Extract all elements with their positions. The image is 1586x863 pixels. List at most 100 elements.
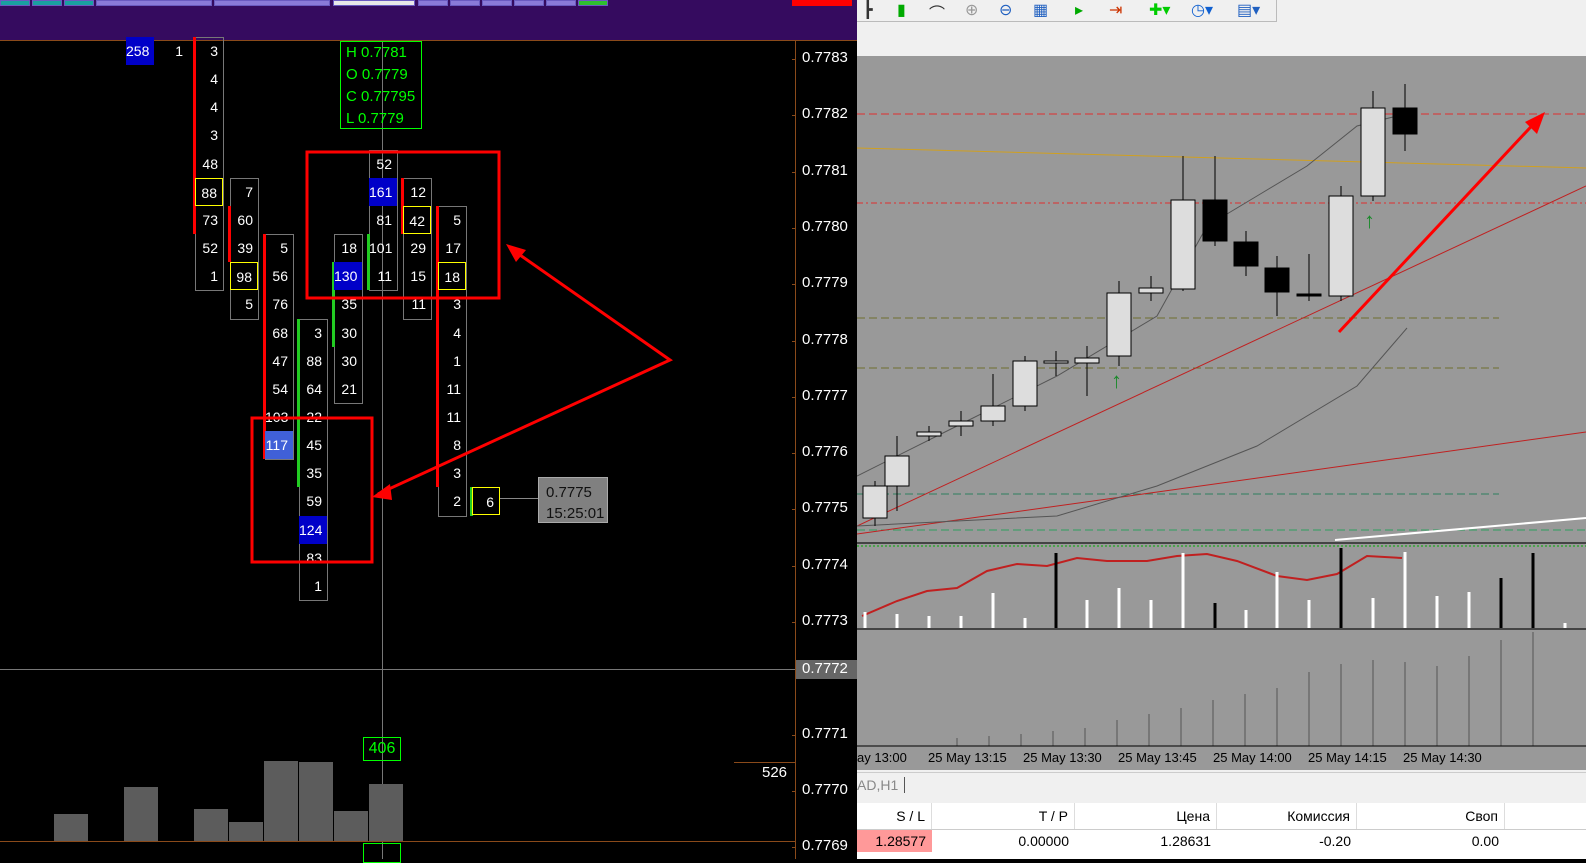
price-axis: 0.7772 0.7783 0.7782 0.7781 0.7780 0.7779 0.7… [792, 41, 858, 859]
candle-body [1074, 357, 1100, 364]
buy-arrow-icon: ↑ [1111, 368, 1122, 393]
footprint-chart[interactable]: 526 H 0.7781 O 0.7779 C 0.77795 L 0.7779… [0, 0, 858, 863]
autoscroll-icon[interactable]: ▸ [1075, 0, 1083, 20]
price-tick [792, 790, 796, 792]
pane-separator [857, 542, 1586, 544]
time-label: 25 May 14:30 [1403, 750, 1482, 765]
price-chart[interactable]: ↑ ↑ ay 13:00 25 May 13:15 25 May 13:30 25 Ma… [856, 56, 1586, 770]
price-label: 0.7771 [802, 724, 848, 742]
price-tick [792, 59, 796, 60]
table-cell: 1.28577 [857, 830, 932, 852]
candle-body [1202, 199, 1228, 242]
candlestick-icon[interactable]: ▮ [897, 0, 906, 20]
timeframe-icon[interactable]: ◷▾ [1191, 0, 1213, 20]
price-tick [792, 227, 796, 229]
table-cell: 0.00000 [1018, 833, 1069, 849]
candle-body [1296, 293, 1322, 297]
price-label: 0.7779 [802, 274, 848, 292]
candle-body [1106, 292, 1132, 357]
price-label: 0.7769 [802, 837, 848, 855]
time-label: 25 May 13:30 [1023, 750, 1102, 765]
price-tick [792, 734, 796, 736]
orange-ma [856, 147, 1586, 169]
candle-body [862, 485, 888, 519]
buy-arrow-icon: ↑ [1364, 208, 1375, 233]
price-label: 0.7778 [802, 330, 848, 348]
candle-body [1043, 360, 1069, 364]
header-divider [857, 829, 1586, 830]
volume-pane [956, 632, 1534, 746]
candle-body [1264, 267, 1290, 293]
table-cell: -0.20 [1319, 833, 1351, 849]
bar-chart-icon[interactable]: ┣ [863, 0, 873, 20]
price-tick [792, 509, 796, 511]
tile-windows-icon[interactable]: ▦ [1033, 0, 1048, 20]
column-header[interactable]: S / L [857, 803, 932, 829]
candle-body [916, 431, 942, 437]
price-tick [792, 284, 796, 286]
candle-body [980, 405, 1006, 422]
candle-body [1170, 199, 1196, 290]
trendline [856, 431, 1586, 535]
arrowhead-icon [372, 484, 392, 500]
price-tick [792, 622, 796, 623]
time-label: 25 May 13:45 [1118, 750, 1197, 765]
candle-body [1392, 107, 1418, 135]
chart-toolbar: ┣ ▮ ⌒ ⊕ ⊖ ▦ ▸ ⇥ ✚▾ ◷▾ ▤▾ [857, 0, 1277, 24]
price-label: 0.7777 [802, 386, 848, 404]
candle-body [1233, 241, 1259, 267]
candle-body [948, 420, 974, 427]
column-header[interactable]: Комиссия [1217, 803, 1357, 829]
time-label: 25 May 14:15 [1308, 750, 1387, 765]
chart-shift-icon[interactable]: ⇥ [1109, 0, 1122, 20]
line-chart-icon[interactable]: ⌒ [929, 0, 945, 24]
table-cell: 0.00 [1471, 833, 1499, 849]
indicators-icon[interactable]: ✚▾ [1149, 0, 1170, 20]
price-label: 0.7780 [802, 217, 848, 235]
candle-body [1360, 107, 1386, 197]
price-label: 0.7773 [802, 612, 848, 629]
chart-canvas: ↑↑ [856, 84, 1586, 747]
time-label: 25 May 13:15 [928, 750, 1007, 765]
chart-tabs: AD,H1 [857, 772, 1586, 798]
column-header[interactable]: Цена [1075, 803, 1217, 829]
current-price-label: 0.7772 [802, 660, 848, 677]
time-label: 25 May 14:00 [1213, 750, 1292, 765]
price-label: 0.7783 [802, 49, 848, 66]
column-header[interactable]: Своп [1357, 803, 1505, 829]
trade-table: S / L 1.28577 T / P 0.00000 Цена 1.28631 Комис… [857, 803, 1586, 859]
price-tick [792, 565, 796, 567]
templates-icon[interactable]: ▤▾ [1237, 0, 1260, 20]
annotations [250, 150, 674, 564]
candle-body [1012, 360, 1038, 407]
price-label: 0.7781 [802, 161, 848, 179]
highlight-box-top [305, 150, 501, 300]
zoom-out-icon[interactable]: ⊖ [999, 0, 1012, 20]
pane-separator [857, 628, 1586, 630]
price-label: 0.7774 [802, 555, 848, 573]
column-header[interactable]: T / P [932, 803, 1075, 829]
highlight-box-bottom [250, 416, 374, 564]
candle-body [1138, 287, 1164, 294]
price-tick [792, 847, 796, 849]
table-cell: 1.28631 [1160, 833, 1211, 849]
zoom-in-icon[interactable]: ⊕ [965, 0, 978, 20]
time-label: ay 13:00 [857, 750, 907, 765]
candle-body [1328, 195, 1354, 297]
price-label: 0.7782 [802, 105, 848, 123]
arrowhead-icon [506, 244, 526, 262]
candle-body [884, 455, 910, 487]
oscillator-line [861, 552, 1403, 617]
price-tick [792, 171, 796, 173]
arrow-annotation [377, 246, 674, 496]
price-tick [792, 396, 796, 398]
price-label: 0.7775 [802, 499, 848, 517]
price-tick [792, 340, 796, 342]
price-label: 0.7770 [802, 780, 848, 798]
chart-tab[interactable]: AD,H1 [857, 777, 906, 793]
price-tick [792, 115, 796, 117]
oscillator-histogram [863, 548, 1567, 628]
white-line [1334, 517, 1586, 541]
band-line [856, 327, 1408, 527]
price-tick [792, 453, 796, 455]
